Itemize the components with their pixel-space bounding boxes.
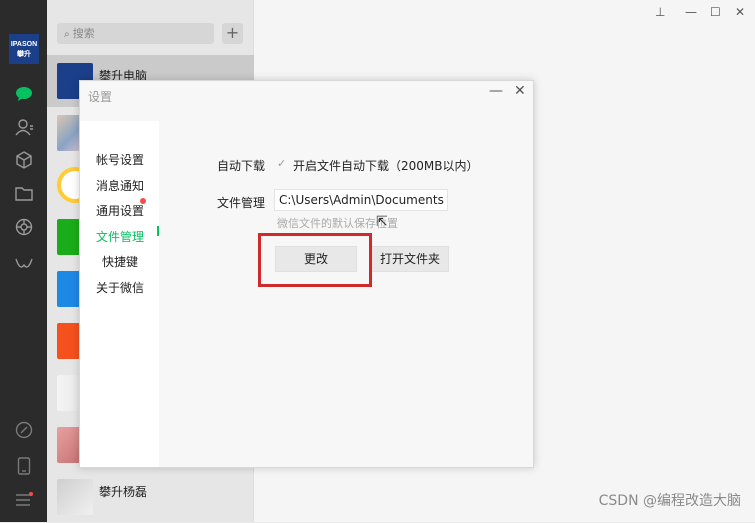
file-path-field[interactable]: C:\Users\Admin\Documents: [274, 189, 448, 211]
auto-download-checkbox[interactable]: ✓: [277, 158, 289, 170]
dialog-close-button[interactable]: ✕: [514, 83, 526, 99]
highlight-box: [258, 233, 372, 287]
menu-item-file-management[interactable]: 文件管理: [96, 228, 144, 245]
mini-program-icon[interactable]: [12, 253, 36, 277]
moments-icon[interactable]: [12, 215, 36, 239]
add-button[interactable]: +: [222, 23, 243, 44]
logo-text-top: IPASON: [10, 41, 38, 48]
menu-item-shortcuts[interactable]: 快捷键: [102, 253, 138, 270]
logo-text-bottom: 攀升: [17, 51, 31, 58]
menu-item-account[interactable]: 帐号设置: [96, 151, 144, 168]
chat-row[interactable]: 攀升杨磊: [47, 471, 254, 523]
menu-item-general[interactable]: 通用设置: [96, 202, 144, 219]
active-indicator: [157, 226, 159, 236]
dialog-minimize-button[interactable]: —: [489, 83, 503, 99]
menu-item-about[interactable]: 关于微信: [96, 279, 144, 296]
contacts-icon[interactable]: [12, 115, 36, 139]
wechat-window: IPASON 攀升 ⌕ 搜索 + 攀升电脑 攀升杨磊 ⊥ — ☐ ✕ 设置 — …: [0, 0, 755, 522]
pin-icon[interactable]: ⊥: [655, 5, 665, 19]
cursor-icon: ⇱: [376, 214, 388, 230]
link-icon[interactable]: [12, 418, 36, 442]
left-nav-bar: IPASON 攀升: [0, 0, 47, 522]
watermark: CSDN @编程改造大脑: [598, 493, 741, 509]
search-icon: ⌕: [64, 29, 73, 40]
auto-download-option[interactable]: 开启文件自动下载（200MB以内）: [293, 157, 479, 174]
phone-icon[interactable]: [12, 454, 36, 478]
chat-icon[interactable]: [12, 82, 36, 106]
maximize-button[interactable]: ☐: [710, 5, 721, 19]
close-button[interactable]: ✕: [735, 5, 745, 19]
menu-icon[interactable]: [12, 488, 36, 512]
avatar: [57, 479, 93, 515]
search-input[interactable]: ⌕ 搜索: [57, 23, 214, 44]
favorites-icon[interactable]: [12, 148, 36, 172]
chat-row-name: 攀升杨磊: [99, 485, 148, 499]
menu-item-notifications[interactable]: 消息通知: [96, 177, 144, 194]
open-folder-button[interactable]: 打开文件夹: [371, 246, 449, 272]
auto-download-label: 自动下载: [217, 159, 266, 173]
dialog-title: 设置: [88, 90, 113, 104]
folder-icon[interactable]: [12, 181, 36, 205]
minimize-button[interactable]: —: [685, 5, 697, 19]
file-manage-label: 文件管理: [217, 196, 266, 210]
user-avatar[interactable]: IPASON 攀升: [9, 34, 39, 64]
search-placeholder: 搜索: [72, 27, 95, 40]
notification-dot: [140, 198, 146, 204]
